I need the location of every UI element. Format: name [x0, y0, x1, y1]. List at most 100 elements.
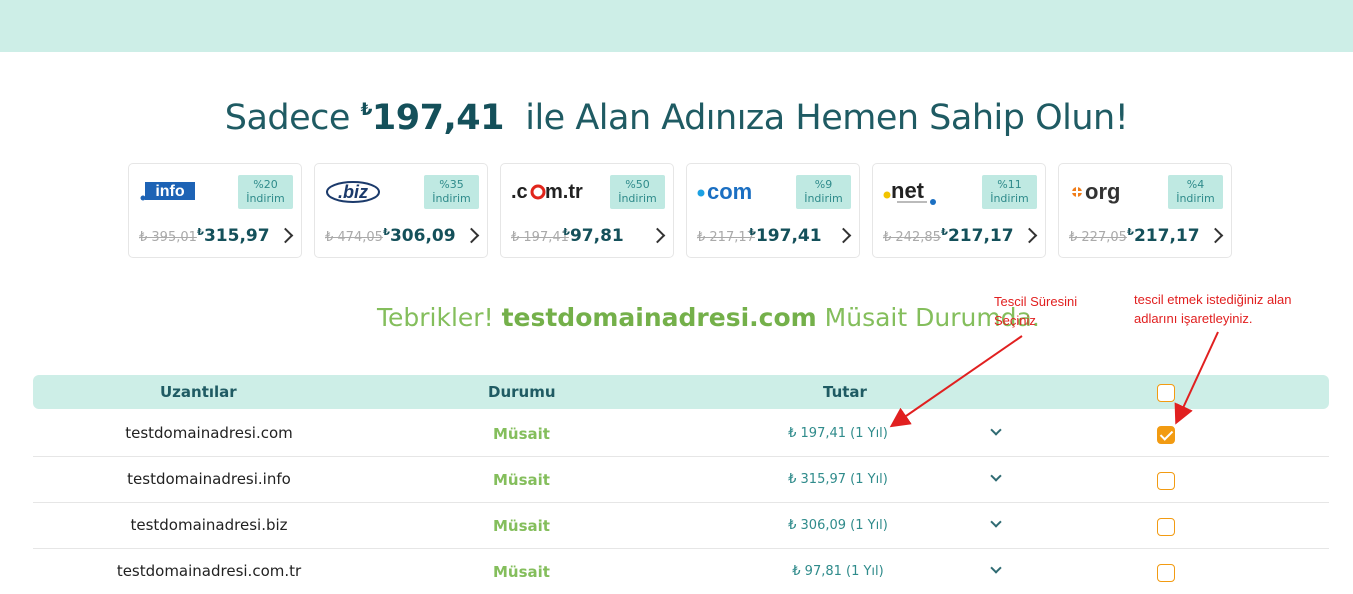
chevron-right-icon — [463, 227, 480, 244]
new-price-value: 315,97 — [203, 226, 270, 246]
domain-checkbox[interactable] — [1157, 472, 1175, 490]
chevron-right-icon — [835, 227, 852, 244]
period-dropdown-icon[interactable] — [990, 562, 1002, 574]
new-price-value: 217,17 — [947, 226, 1014, 246]
annotation-period: Tescil Süresini Seçiniz — [994, 292, 1077, 330]
domain-name: testdomainadresi.com — [125, 424, 293, 442]
status-text: Müsait — [493, 517, 550, 535]
chevron-right-icon — [649, 227, 666, 244]
annotation-checkbox: tescil etmek istediğiniz alan adlarını i… — [1134, 290, 1292, 328]
chevron-right-icon — [1207, 227, 1224, 244]
extension-card-org[interactable]: org %4 İndirim ₺ 227,05 ₺217,17 — [1058, 163, 1232, 258]
table-row: testdomainadresi.com Müsait ₺ 197,41 (1 … — [33, 410, 1329, 457]
status-text: Müsait — [493, 563, 550, 581]
table-row: testdomainadresi.info Müsait ₺ 315,97 (1… — [33, 456, 1329, 503]
status-text: Müsait — [493, 425, 550, 443]
domain-name: testdomainadresi.com.tr — [116, 562, 302, 580]
lira-symbol: ₺ — [749, 227, 756, 238]
extension-card-comtr[interactable]: .c m.tr %50 İndirim ₺ 197,41 ₺97,81 — [500, 163, 674, 258]
svg-text:com: com — [707, 179, 752, 204]
svg-text:info: info — [155, 183, 185, 200]
discount-percent: %20 — [253, 178, 278, 191]
availability-message: Tebrikler! testdomainadresi.com Müsait D… — [377, 303, 1040, 332]
lira-symbol: ₺ — [941, 227, 948, 238]
new-price: ₺315,97 — [197, 226, 270, 246]
comtr-logo-icon: .c m.tr — [511, 181, 583, 203]
old-price: ₺ 242,85 — [883, 230, 941, 245]
discount-label: İndirim — [1176, 192, 1215, 205]
new-price: ₺306,09 — [383, 226, 456, 246]
discount-badge: %20 İndirim — [238, 175, 293, 209]
annotation-period-line1: Tescil Süresini — [994, 294, 1078, 309]
table-row: testdomainadresi.biz Müsait ₺ 306,09 (1 … — [33, 502, 1329, 549]
price-text: ₺ 97,81 (1 Yıl) — [792, 564, 884, 579]
domain-checkbox[interactable] — [1157, 518, 1175, 536]
com-logo-icon: com — [697, 179, 752, 204]
available-domain: testdomainadresi.com — [501, 303, 817, 332]
header-price: Tutar — [823, 383, 867, 401]
discount-badge: %50 İndirim — [610, 175, 665, 209]
svg-text:net: net — [891, 178, 925, 203]
lira-symbol: ₺ — [360, 100, 373, 120]
headline-suffix: ile Alan Adınıza Hemen Sahip Olun! — [503, 98, 1129, 138]
svg-text:m.tr: m.tr — [545, 181, 583, 203]
extension-card-net[interactable]: net %11 İndirim ₺ 242,85 ₺217,17 — [872, 163, 1046, 258]
domain-checkbox[interactable] — [1157, 564, 1175, 582]
domain-name: testdomainadresi.info — [127, 470, 291, 488]
discount-badge: %4 İndirim — [1168, 175, 1223, 209]
discount-label: İndirim — [618, 192, 657, 205]
select-all-checkbox[interactable] — [1157, 384, 1175, 402]
discount-percent: %11 — [997, 178, 1022, 191]
header-status: Durumu — [488, 383, 556, 401]
discount-label: İndirim — [990, 192, 1029, 205]
chevron-right-icon — [277, 227, 294, 244]
discount-label: İndirim — [246, 192, 285, 205]
header-extensions: Uzantılar — [160, 383, 237, 401]
new-price: ₺97,81 — [563, 226, 624, 246]
discount-label: İndirim — [804, 192, 843, 205]
old-price: ₺ 474,05 — [325, 230, 383, 245]
headline-price-value: 197,41 — [371, 98, 505, 138]
price-text: ₺ 197,41 (1 Yıl) — [788, 426, 888, 441]
period-dropdown-icon[interactable] — [990, 424, 1002, 436]
biz-logo-icon: .biz — [326, 181, 380, 203]
period-dropdown-icon[interactable] — [990, 516, 1002, 528]
price-text: ₺ 315,97 (1 Yıl) — [788, 472, 888, 487]
headline-prefix: Sadece — [224, 98, 361, 138]
period-dropdown-icon[interactable] — [990, 470, 1002, 482]
new-price-value: 197,41 — [755, 226, 822, 246]
price-text: ₺ 306,09 (1 Yıl) — [788, 518, 888, 533]
status-text: Müsait — [493, 471, 550, 489]
headline-price: ₺197,41 — [360, 98, 505, 138]
domain-name: testdomainadresi.biz — [130, 516, 288, 534]
extension-card-com[interactable]: com %9 İndirim ₺ 217,17 ₺197,41 — [686, 163, 860, 258]
extension-card-biz[interactable]: .biz %35 İndirim ₺ 474,05 ₺306,09 — [314, 163, 488, 258]
svg-text:.biz: .biz — [338, 182, 368, 202]
lira-symbol: ₺ — [383, 227, 390, 238]
congrats-prefix: Tebrikler! — [377, 303, 502, 332]
annotation-period-line2: Seçiniz — [994, 313, 1036, 328]
domain-checkbox[interactable] — [1157, 426, 1175, 444]
table-header: Uzantılar Durumu Tutar — [33, 375, 1329, 409]
svg-text:.c: .c — [511, 181, 528, 203]
discount-badge: %35 İndirim — [424, 175, 479, 209]
extension-card-info[interactable]: info %20 İndirim ₺ 395,01 ₺315,97 — [128, 163, 302, 258]
info-logo-icon: info — [140, 182, 195, 201]
table-row: testdomainadresi.com.tr Müsait ₺ 97,81 (… — [33, 548, 1329, 594]
lira-symbol: ₺ — [197, 227, 204, 238]
discount-badge: %9 İndirim — [796, 175, 851, 209]
discount-percent: %4 — [1186, 178, 1205, 191]
old-price: ₺ 227,05 — [1069, 230, 1127, 245]
discount-percent: %9 — [814, 178, 833, 191]
top-banner — [0, 0, 1353, 52]
new-price: ₺217,17 — [941, 226, 1014, 246]
new-price: ₺197,41 — [749, 226, 822, 246]
new-price-value: 97,81 — [569, 226, 624, 246]
page-headline: Sadece ₺197,41 ile Alan Adınıza Hemen Sa… — [0, 98, 1353, 138]
new-price: ₺217,17 — [1127, 226, 1200, 246]
org-logo-icon: org — [1069, 179, 1120, 204]
discount-percent: %35 — [439, 178, 464, 191]
discount-label: İndirim — [432, 192, 471, 205]
discount-percent: %50 — [625, 178, 650, 191]
chevron-right-icon — [1021, 227, 1038, 244]
